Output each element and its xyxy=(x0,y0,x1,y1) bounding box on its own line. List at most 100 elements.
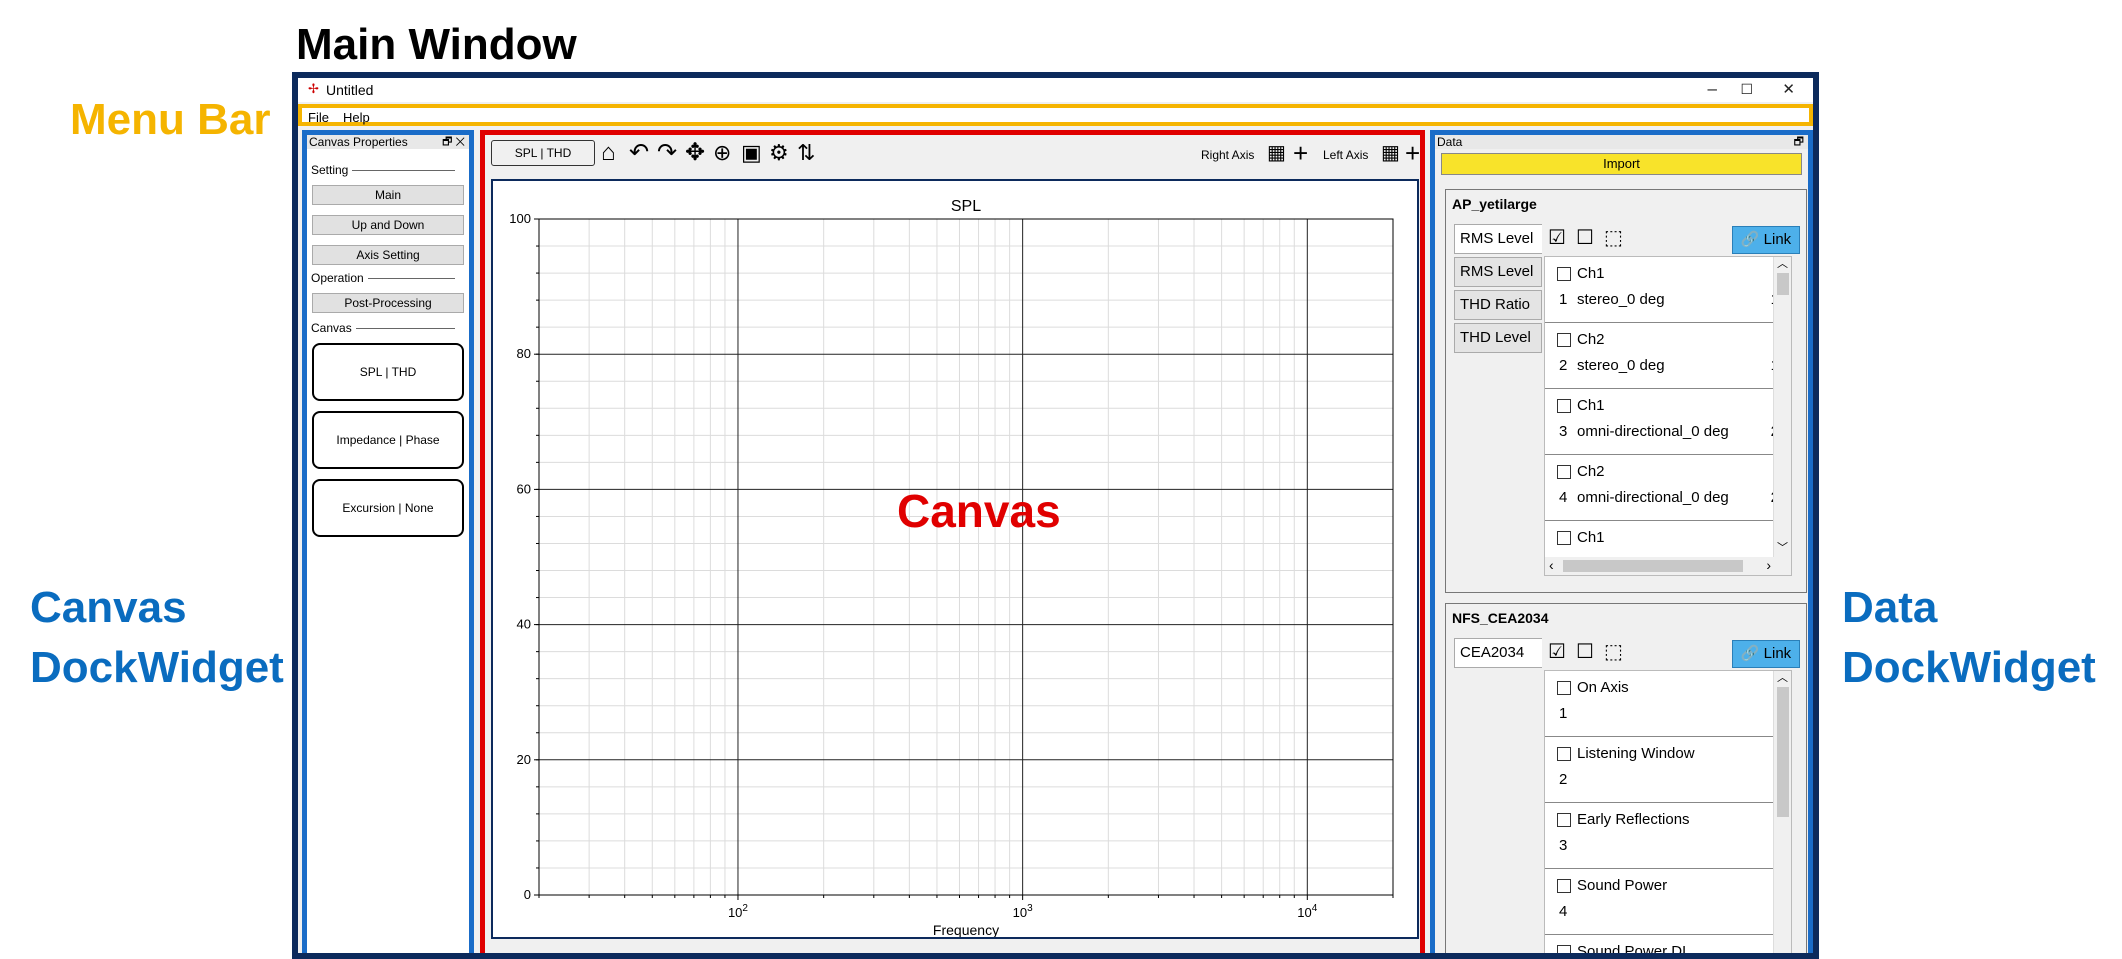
list-item[interactable]: Ch22stereo_0 deg1 xyxy=(1545,323,1791,389)
uncheck-all-icon[interactable]: ☐ xyxy=(1576,640,1594,664)
plot-axes-frame xyxy=(538,218,1394,896)
scroll-up-icon[interactable]: ︿ xyxy=(1777,671,1788,685)
item-checkbox[interactable] xyxy=(1557,681,1571,695)
canvas-dock-widget: Canvas Properties 🗗 ✕ Setting Main Up an… xyxy=(302,130,474,953)
data-group-nfs-cea2034: NFS_CEA2034 CEA2034 ☑ ☐ ⬚ 🔗 Link On Axis… xyxy=(1445,603,1807,953)
check-all-icon[interactable]: ☑ xyxy=(1548,226,1566,250)
main-button[interactable]: Main xyxy=(312,185,464,205)
data-dock-widget: Data 🗗 Import AP_yetilarge RMS Level RMS… xyxy=(1430,130,1813,953)
uncheck-all-icon[interactable]: ☐ xyxy=(1576,226,1594,250)
y-tick-label: 60 xyxy=(517,481,531,496)
data-dock-annotation: Data DockWidget xyxy=(1842,583,2096,692)
section-operation: Operation xyxy=(311,271,469,285)
data-group-ap-yetilarge: AP_yetilarge RMS Level RMS Level - THD R… xyxy=(1445,189,1807,593)
horizontal-scrollbar[interactable]: ‹ › xyxy=(1545,557,1791,575)
x-tick-label: 104 xyxy=(1297,903,1317,920)
spl-chart[interactable]: 0 20 40 60 80 100 102 103 104 SPL Frequency xyxy=(493,181,1417,937)
y-tick-label: 100 xyxy=(509,211,531,226)
save-icon[interactable]: ▣ xyxy=(741,141,762,165)
curve-list: On Axis 1 Listening Window 2 Early Reflect… xyxy=(1544,670,1792,953)
post-processing-button[interactable]: Post-Processing xyxy=(312,293,464,313)
import-button[interactable]: Import xyxy=(1441,153,1802,175)
vertical-scrollbar[interactable]: ︿ ﹀ xyxy=(1773,257,1791,557)
list-item[interactable]: On Axis 1 xyxy=(1545,671,1791,737)
dock-float-icon[interactable]: 🗗 xyxy=(1794,135,1804,149)
item-checkbox[interactable] xyxy=(1557,747,1571,761)
plot-frame: 0 20 40 60 80 100 102 103 104 SPL Frequency xyxy=(491,179,1419,939)
maximize-button[interactable]: ☐ xyxy=(1740,81,1753,98)
item-checkbox[interactable] xyxy=(1557,465,1571,479)
tab-cea2034[interactable]: CEA2034 xyxy=(1454,638,1542,668)
zoom-icon[interactable]: ⊕ xyxy=(713,141,731,165)
link-button[interactable]: 🔗 Link xyxy=(1732,640,1800,668)
x-axis-label: Frequency xyxy=(933,922,999,937)
back-icon[interactable]: ↶ xyxy=(629,141,649,165)
list-item[interactable]: Sound Power 4 xyxy=(1545,869,1791,935)
tab-rms-level-minus[interactable]: RMS Level - xyxy=(1454,257,1542,308)
right-axis-add-icon[interactable]: + xyxy=(1293,140,1308,166)
left-axis-add-icon[interactable]: + xyxy=(1405,140,1420,166)
canvas-select-button[interactable]: SPL | THD xyxy=(491,140,595,166)
select-icon[interactable]: ⬚ xyxy=(1604,226,1623,250)
item-checkbox[interactable] xyxy=(1557,267,1571,281)
menu-bar: File Help xyxy=(298,104,1813,126)
axis-setting-button[interactable]: Axis Setting xyxy=(312,245,464,265)
group-title: AP_yetilarge xyxy=(1452,196,1537,212)
link-icon: 🔗 xyxy=(1740,645,1764,662)
list-item[interactable]: Ch24omni-directional_0 deg2 xyxy=(1545,455,1791,521)
window-title: Untitled xyxy=(326,82,374,98)
dock-header: Data 🗗 xyxy=(1435,135,1808,149)
up-and-down-button[interactable]: Up and Down xyxy=(312,215,464,235)
tab-rms-level[interactable]: RMS Level xyxy=(1454,224,1542,254)
menu-help[interactable]: Help xyxy=(337,108,378,125)
scroll-up-icon[interactable]: ︿ xyxy=(1777,257,1788,271)
canvas-spl-thd-button[interactable]: SPL | THD xyxy=(312,343,464,401)
pan-icon[interactable]: ✥ xyxy=(685,141,705,165)
chart-title: SPL xyxy=(951,198,981,215)
dock-float-close-icon[interactable]: 🗗 ✕ xyxy=(442,135,465,149)
canvas-dock-annotation: Canvas DockWidget xyxy=(30,583,284,692)
app-icon: ✢ xyxy=(308,81,319,96)
scroll-right-icon[interactable]: › xyxy=(1766,557,1771,573)
select-icon[interactable]: ⬚ xyxy=(1604,640,1623,664)
list-item[interactable]: Ch13omni-directional_0 deg2 xyxy=(1545,389,1791,455)
scroll-down-icon[interactable]: ﹀ xyxy=(1777,539,1788,555)
menu-file[interactable]: File xyxy=(302,108,337,125)
canvas-excursion-none-button[interactable]: Excursion | None xyxy=(312,479,464,537)
tab-thd-ratio[interactable]: THD Ratio xyxy=(1454,290,1542,320)
list-item[interactable]: Early Reflections 3 xyxy=(1545,803,1791,869)
link-button[interactable]: 🔗 Link xyxy=(1732,226,1800,254)
axis-swap-icon[interactable]: ⇅ xyxy=(797,141,815,165)
list-item[interactable]: Listening Window 2 xyxy=(1545,737,1791,803)
section-setting: Setting xyxy=(311,163,469,177)
list-item[interactable]: Sound Power DI xyxy=(1545,935,1791,953)
forward-icon[interactable]: ↷ xyxy=(657,141,677,165)
item-checkbox[interactable] xyxy=(1557,333,1571,347)
y-tick-label: 0 xyxy=(524,887,531,902)
canvas-area: SPL | THD ⌂ ↶ ↷ ✥ ⊕ ▣ ⚙ ⇅ Right Axis ▦ +… xyxy=(480,130,1425,953)
left-axis-label: Left Axis xyxy=(1323,148,1369,162)
tab-thd-level[interactable]: THD Level xyxy=(1454,323,1542,353)
scroll-left-icon[interactable]: ‹ xyxy=(1549,557,1554,573)
vertical-scrollbar[interactable]: ︿ xyxy=(1773,671,1791,953)
home-icon[interactable]: ⌂ xyxy=(601,141,616,165)
left-axis-grid-icon[interactable]: ▦ xyxy=(1381,141,1400,165)
x-tick-label: 103 xyxy=(1013,903,1033,920)
item-checkbox[interactable] xyxy=(1557,945,1571,953)
settings-icon[interactable]: ⚙ xyxy=(769,141,789,165)
item-checkbox[interactable] xyxy=(1557,879,1571,893)
item-checkbox[interactable] xyxy=(1557,813,1571,827)
right-axis-grid-icon[interactable]: ▦ xyxy=(1267,141,1286,165)
dock-title: Data xyxy=(1437,135,1463,149)
item-checkbox[interactable] xyxy=(1557,531,1571,545)
list-item[interactable]: Ch11stereo_0 deg1 xyxy=(1545,257,1791,323)
y-tick-label: 40 xyxy=(517,617,531,632)
close-button[interactable]: ✕ xyxy=(1782,80,1795,98)
check-all-icon[interactable]: ☑ xyxy=(1548,640,1566,664)
menu-bar-annotation: Menu Bar xyxy=(70,95,271,144)
canvas-impedance-phase-button[interactable]: Impedance | Phase xyxy=(312,411,464,469)
title-bar: ✢ Untitled – ☐ ✕ xyxy=(298,78,1813,102)
dock-title: Canvas Properties xyxy=(309,135,408,149)
item-checkbox[interactable] xyxy=(1557,399,1571,413)
minimize-button[interactable]: – xyxy=(1708,79,1717,99)
